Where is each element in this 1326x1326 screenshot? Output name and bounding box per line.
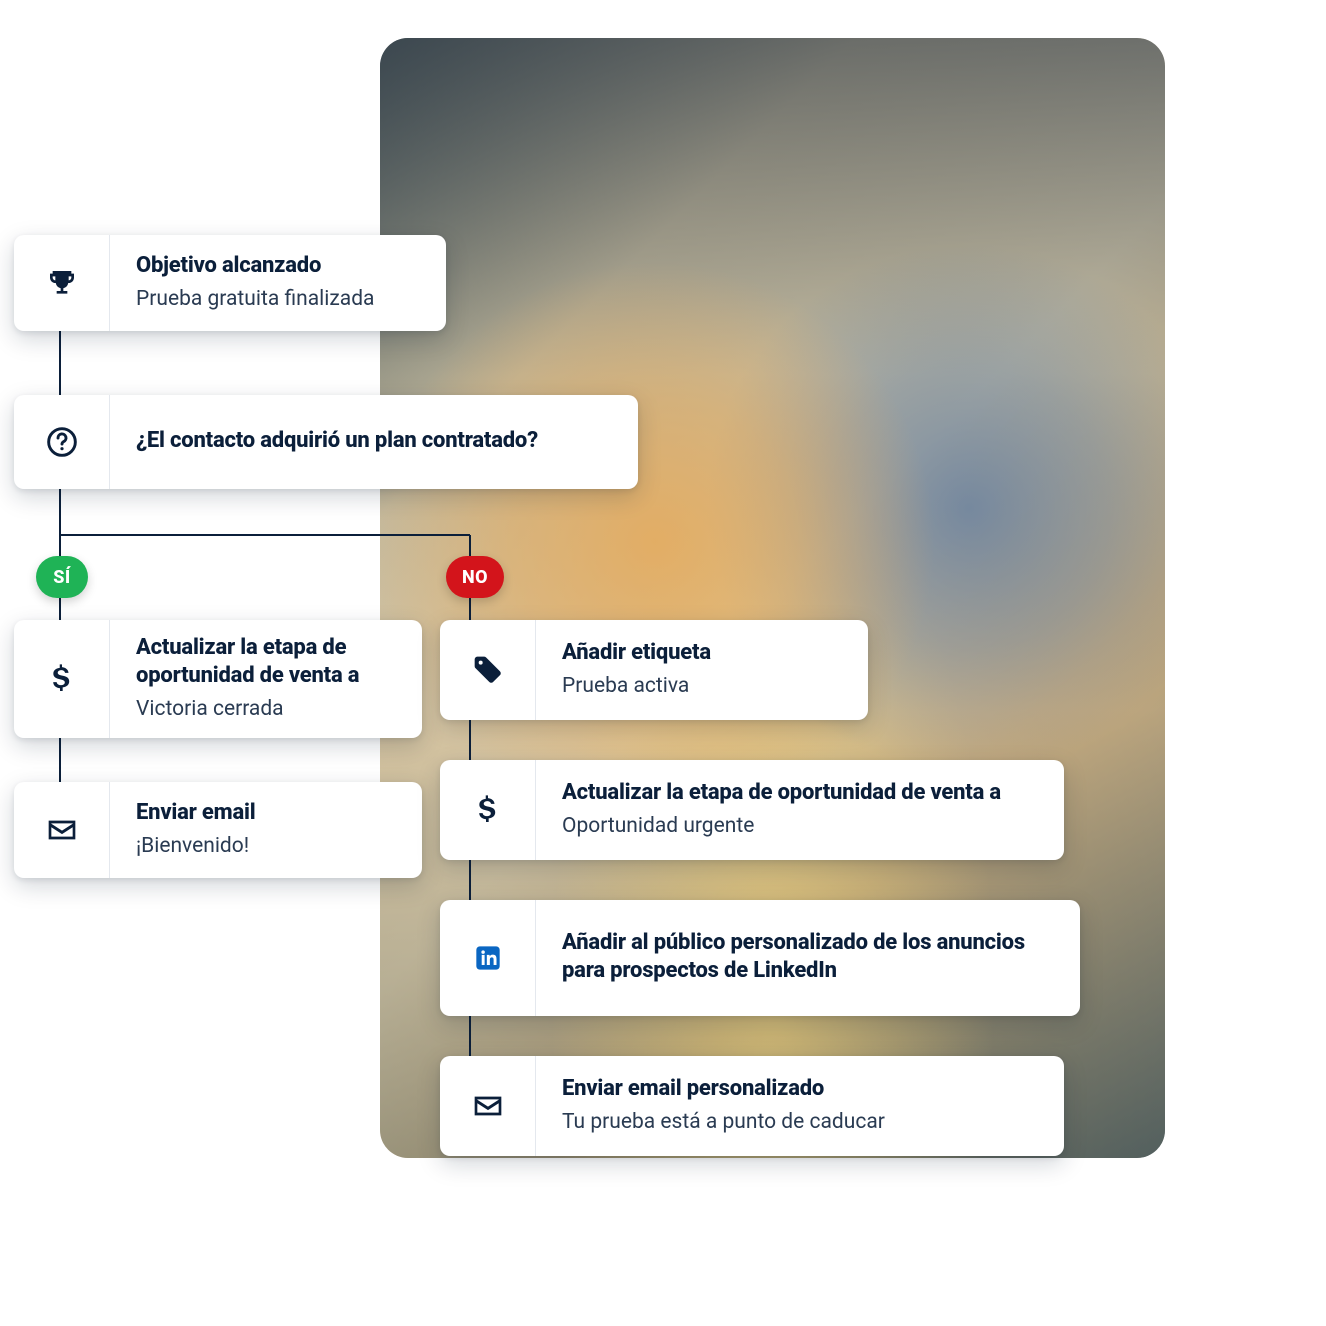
card-title: Actualizar la etapa de oportunidad de ve…	[562, 779, 1038, 807]
branch-label-no: NO	[446, 556, 504, 598]
trophy-icon	[14, 235, 110, 331]
card-sub: Prueba activa	[562, 673, 842, 699]
card-title: Añadir etiqueta	[562, 639, 842, 667]
card-decision[interactable]: ¿El contacto adquirió un plan contratado…	[14, 395, 638, 489]
tag-icon	[440, 620, 536, 720]
card-sub: ¡Bienvenido!	[136, 833, 396, 859]
envelope-icon	[440, 1056, 536, 1156]
card-title: Objetivo alcanzado	[136, 252, 420, 280]
card-sub: Tu prueba está a punto de caducar	[562, 1109, 1038, 1135]
card-title: Actualizar la etapa de oportunidad de ve…	[136, 634, 396, 690]
card-no-update-stage[interactable]: Actualizar la etapa de oportunidad de ve…	[440, 760, 1064, 860]
card-title: Enviar email personalizado	[562, 1075, 1038, 1103]
card-sub: Prueba gratuita finalizada	[136, 286, 420, 312]
question-icon	[14, 395, 110, 489]
branch-label-yes: SÍ	[36, 556, 88, 598]
card-no-add-tag[interactable]: Añadir etiqueta Prueba activa	[440, 620, 868, 720]
card-title: ¿El contacto adquirió un plan contratado…	[136, 427, 612, 455]
card-sub: Victoria cerrada	[136, 696, 396, 722]
card-title: Añadir al público personalizado de los a…	[562, 929, 1054, 985]
card-no-send-email[interactable]: Enviar email personalizado Tu prueba est…	[440, 1056, 1064, 1156]
card-no-linkedin-audience[interactable]: Añadir al público personalizado de los a…	[440, 900, 1080, 1016]
card-title: Enviar email	[136, 799, 396, 827]
linkedin-icon	[440, 900, 536, 1016]
dollar-icon	[440, 760, 536, 860]
dollar-icon	[14, 620, 110, 738]
envelope-icon	[14, 782, 110, 878]
card-yes-update-stage[interactable]: Actualizar la etapa de oportunidad de ve…	[14, 620, 422, 738]
card-trigger[interactable]: Objetivo alcanzado Prueba gratuita final…	[14, 235, 446, 331]
card-yes-send-email[interactable]: Enviar email ¡Bienvenido!	[14, 782, 422, 878]
card-sub: Oportunidad urgente	[562, 813, 1038, 839]
